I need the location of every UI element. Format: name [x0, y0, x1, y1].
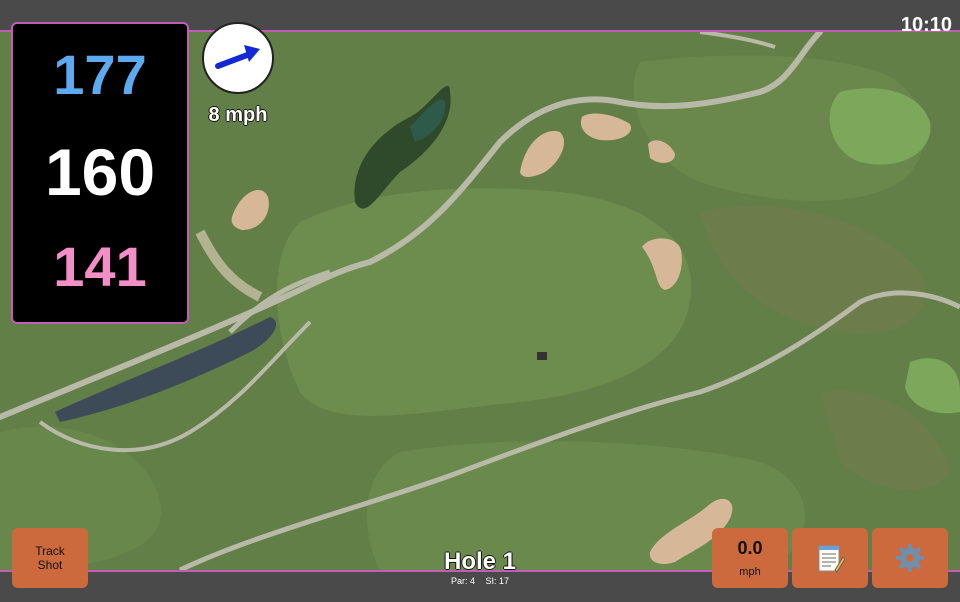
wind-speed: 8 mph	[208, 104, 268, 126]
back-distance: 177	[53, 43, 147, 106]
track-shot-label-line1: Track	[35, 544, 65, 558]
speed-value: 0.0	[737, 538, 763, 558]
settings-button[interactable]	[872, 528, 948, 588]
track-shot-label-line2: Shot	[37, 558, 63, 572]
track-shot-button[interactable]: Track Shot	[12, 528, 88, 588]
arrow-icon	[215, 45, 260, 69]
gear-icon	[895, 543, 925, 573]
distance-panel: 177 160 141	[11, 22, 189, 324]
notes-button[interactable]	[792, 528, 868, 588]
speed-button[interactable]: 0.0 mph	[712, 528, 788, 588]
speed-unit: mph	[739, 566, 761, 578]
notepad-icon	[815, 543, 846, 573]
hole-stroke-index: SI: 17	[485, 576, 510, 586]
hole-par: Par: 4	[450, 576, 475, 586]
hole-title: Hole 1	[443, 548, 517, 575]
front-distance: 141	[53, 235, 147, 298]
middle-distance: 160	[44, 135, 156, 209]
hole-meta: Par: 4 SI: 17	[380, 576, 580, 586]
wind-direction-indicator	[202, 22, 274, 94]
